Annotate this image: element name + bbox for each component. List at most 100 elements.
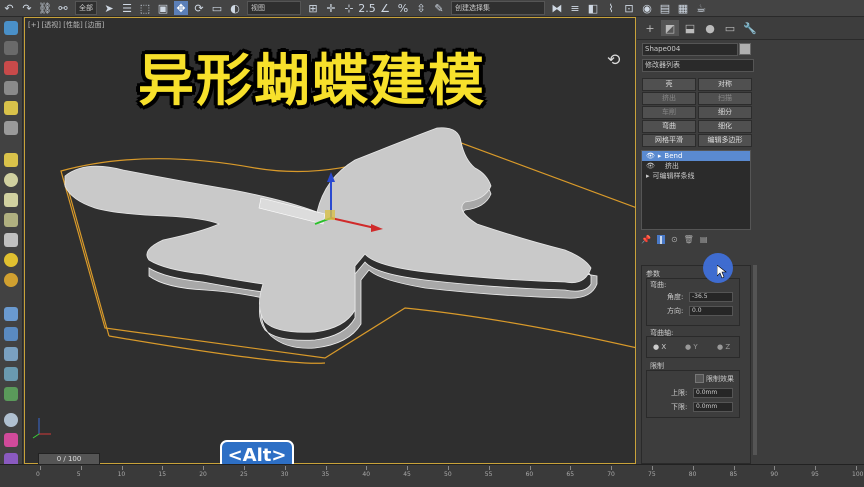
pivot-icon[interactable]: ⊞ — [306, 1, 320, 15]
stack-item-bend[interactable]: 👁 ▸ Bend — [642, 151, 750, 161]
configure-sets-icon[interactable]: ▤ — [700, 235, 708, 244]
utilities-icon[interactable] — [4, 121, 18, 135]
modify-icon[interactable] — [4, 41, 18, 55]
unlink-icon[interactable]: ⚯ — [56, 1, 70, 15]
particles-icon[interactable] — [4, 307, 18, 321]
box-icon[interactable] — [4, 153, 18, 167]
curve-editor-icon[interactable]: ⌇ — [604, 1, 618, 15]
material-editor-icon[interactable]: ◉ — [640, 1, 654, 15]
move-icon[interactable]: ✥ — [174, 1, 188, 15]
stack-item-editable-spline[interactable]: ▸ 可编辑样条线 — [642, 171, 750, 181]
utilities-tab-icon[interactable]: 🔧 — [741, 20, 759, 36]
create-icon[interactable] — [4, 21, 18, 35]
subdivide-button[interactable]: 细分 — [698, 106, 752, 119]
snap-icon[interactable]: ⊹ — [342, 1, 356, 15]
align-icon[interactable]: ≡ — [568, 1, 582, 15]
hierarchy-icon[interactable] — [4, 61, 18, 75]
percent-snap-icon[interactable]: % — [396, 1, 410, 15]
viewcube-icon[interactable]: ⟲ — [607, 50, 620, 69]
tessellate-button[interactable]: 细化 — [698, 120, 752, 133]
systems-icon[interactable] — [4, 433, 18, 447]
render-icon[interactable]: ☕ — [694, 1, 708, 15]
modifier-stack[interactable]: 👁 ▸ Bend 👁 挤出 ▸ 可编辑样条线 — [641, 150, 751, 230]
cone-icon[interactable] — [4, 233, 18, 247]
stack-toolbar: 📌 ‖ ⊙ 🗑 ▤ — [641, 233, 749, 245]
motion-tab-icon[interactable]: ● — [701, 20, 719, 36]
mirror-icon[interactable]: ⧓ — [550, 1, 564, 15]
cylinder-icon[interactable] — [4, 193, 18, 207]
mouse-cursor-icon — [717, 265, 727, 279]
undo-icon[interactable]: ↶ — [2, 1, 16, 15]
sphere-icon[interactable] — [4, 173, 18, 187]
extrude-button[interactable]: 挤出 — [642, 92, 696, 105]
select-icon[interactable]: ➤ — [102, 1, 116, 15]
object-color-swatch[interactable] — [739, 43, 751, 55]
symmetry-button[interactable]: 对称 — [698, 78, 752, 91]
shell-button[interactable]: 壳 — [642, 78, 696, 91]
rotate-icon[interactable]: ⟳ — [192, 1, 206, 15]
lathe-button[interactable]: 车削 — [642, 106, 696, 119]
limit-effect-checkbox[interactable] — [695, 374, 704, 383]
direction-field[interactable]: 0.0 — [689, 306, 733, 316]
torus-icon[interactable] — [4, 273, 18, 287]
expand-arrow-icon[interactable]: ▸ — [646, 171, 650, 181]
stack-item-extrude[interactable]: 👁 挤出 — [642, 161, 750, 171]
meshsmooth-button[interactable]: 网格平滑 — [642, 134, 696, 147]
axis-z-radio[interactable]: ● Z — [717, 343, 730, 351]
pin-stack-icon[interactable]: 📌 — [641, 235, 651, 244]
hierarchy-tab-icon[interactable]: ⬓ — [681, 20, 699, 36]
panel-scrollbar[interactable] — [753, 265, 757, 455]
modify-tab-icon[interactable]: ◩ — [661, 20, 679, 36]
named-selection-set-dropdown[interactable]: 创建选择集 — [451, 1, 545, 15]
bend-button[interactable]: 弯曲 — [642, 120, 696, 133]
edit-named-sets-icon[interactable]: ✎ — [432, 1, 446, 15]
cameras-icon[interactable] — [4, 367, 18, 381]
sweep-button[interactable]: 扫描 — [698, 92, 752, 105]
upper-limit-field[interactable]: 0.0mm — [693, 388, 733, 398]
lights-icon[interactable] — [4, 347, 18, 361]
transform-center-icon[interactable]: ✛ — [324, 1, 338, 15]
select-by-name-icon[interactable]: ☰ — [120, 1, 134, 15]
display-tab-icon[interactable]: ▭ — [721, 20, 739, 36]
snap-25-icon[interactable]: 2.5 — [358, 1, 376, 15]
axis-x-radio[interactable]: ● X — [653, 343, 666, 351]
eye-icon[interactable]: 👁 — [646, 151, 655, 161]
edit-poly-button[interactable]: 编辑多边形 — [698, 134, 752, 147]
window-crossing-icon[interactable]: ▣ — [156, 1, 170, 15]
remove-modifier-icon[interactable]: 🗑 — [684, 235, 694, 244]
timeline-tick — [692, 466, 694, 470]
eye-icon[interactable]: 👁 — [646, 161, 655, 171]
make-unique-icon[interactable]: ⊙ — [671, 235, 678, 244]
show-end-result-icon[interactable]: ‖ — [656, 234, 665, 244]
axis-y-radio[interactable]: ● Y — [685, 343, 698, 351]
rect-select-icon[interactable]: ⬚ — [138, 1, 152, 15]
create-tab-icon[interactable]: + — [641, 20, 659, 36]
sun-icon[interactable] — [4, 253, 18, 267]
redo-icon[interactable]: ↷ — [20, 1, 34, 15]
modifier-list-dropdown[interactable]: 修改器列表 — [642, 59, 754, 72]
angle-field[interactable]: -36.5 — [689, 292, 733, 302]
motion-icon[interactable] — [4, 81, 18, 95]
render-frame-icon[interactable]: ▦ — [676, 1, 690, 15]
shapes-icon[interactable] — [4, 327, 18, 341]
scale-icon[interactable]: ▭ — [210, 1, 224, 15]
reference-coord-dropdown[interactable]: 视图 — [247, 1, 301, 15]
teapot-icon[interactable] — [4, 213, 18, 227]
expand-arrow-icon[interactable]: ▸ — [658, 151, 662, 161]
spacewarp-icon[interactable] — [4, 413, 18, 427]
placement-icon[interactable]: ◐ — [228, 1, 242, 15]
selection-filter-dropdown[interactable]: 全部 — [75, 1, 97, 15]
helpers-icon[interactable] — [4, 387, 18, 401]
panel-tabs: + ◩ ⬓ ● ▭ 🔧 — [637, 17, 864, 40]
object-name-field[interactable]: Shape004 — [642, 43, 738, 56]
schematic-icon[interactable]: ⊡ — [622, 1, 636, 15]
layer-icon[interactable]: ◧ — [586, 1, 600, 15]
timeline-tick-label: 50 — [444, 471, 452, 478]
lower-limit-field[interactable]: 0.0mm — [693, 402, 733, 412]
timeline-tick-label: 80 — [688, 471, 697, 478]
render-setup-icon[interactable]: ▤ — [658, 1, 672, 15]
display-icon[interactable] — [4, 101, 18, 115]
angle-snap-icon[interactable]: ∠ — [378, 1, 392, 15]
spinner-snap-icon[interactable]: ⇳ — [414, 1, 428, 15]
link-icon[interactable]: ⛓ — [38, 1, 52, 15]
